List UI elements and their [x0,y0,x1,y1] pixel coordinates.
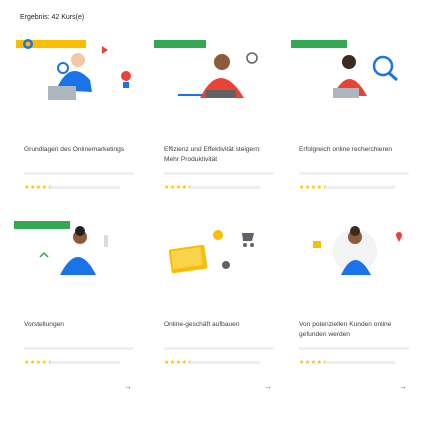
course-meta [24,347,134,350]
course-illustration [168,230,254,274]
course-card[interactable]: Von potenziellen Kunden online gefunden … [285,205,415,393]
results-count: Ergebnis: 42 Kurs(e) [20,14,85,21]
course-meta [299,347,409,350]
course-title[interactable]: Vorstellungen [24,320,134,330]
course-title[interactable]: Online-geschäft aufbauen [164,320,274,330]
course-title[interactable]: Erfolgreich online recherchieren [299,145,409,155]
arrow-right-icon[interactable]: → [399,382,407,391]
rating-bar [325,361,395,364]
rating-stars: ★★★★★ [299,360,329,366]
course-illustration [291,40,398,98]
course-card[interactable]: Vorstellungen ★★★★★ → [10,205,140,393]
course-title[interactable]: Von potenziellen Kunden online gefunden … [299,320,409,339]
rating-stars: ★★★★★ [24,360,54,366]
course-meta [24,172,134,175]
course-card[interactable]: Effizienz und Effektivität steigern: Meh… [150,30,280,218]
rating-bar [190,361,260,364]
rating-stars: ★★★★★ [24,185,54,191]
rating-bar [190,186,260,189]
rating-bar [325,186,395,189]
course-meta [164,172,274,175]
course-card[interactable]: Grundlagen des Onlinemarketings ★★★★★ → [10,30,140,218]
course-meta [164,347,274,350]
course-illustration [14,221,108,275]
course-title[interactable]: Grundlagen des Onlinemarketings [24,145,134,155]
course-illustration [16,39,131,100]
arrow-right-icon[interactable]: → [264,382,272,391]
rating-bar [50,361,120,364]
course-title[interactable]: Effizienz und Effektivität steigern: Meh… [164,145,274,164]
rating-stars: ★★★★★ [164,360,194,366]
course-meta [299,172,409,175]
course-card[interactable]: Erfolgreich online recherchieren ★★★★★ → [285,30,415,218]
course-illustration [154,40,258,98]
rating-stars: ★★★★★ [164,185,194,191]
course-illustration [313,226,402,275]
rating-stars: ★★★★★ [299,185,329,191]
arrow-right-icon[interactable]: → [124,382,132,391]
rating-bar [50,186,120,189]
course-card[interactable]: Online-geschäft aufbauen ★★★★★ → [150,205,280,393]
